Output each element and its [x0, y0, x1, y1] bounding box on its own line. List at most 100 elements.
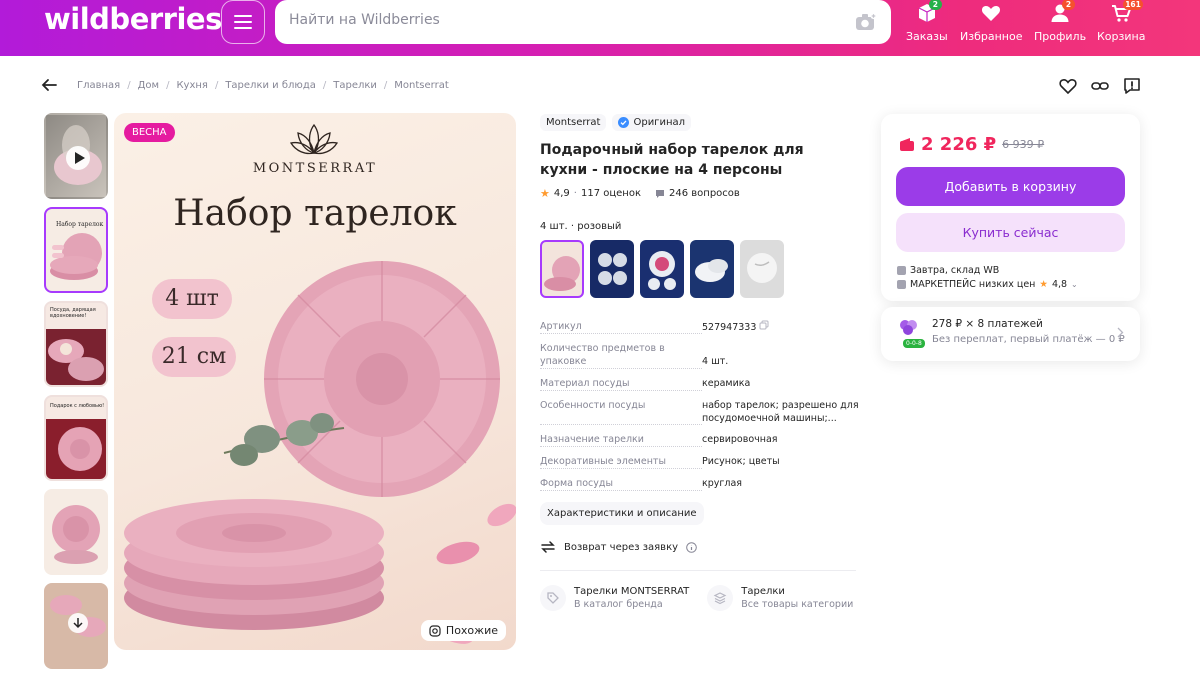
spec-key: Артикул [540, 320, 702, 334]
breadcrumb-main[interactable]: Главная [77, 80, 120, 91]
thumbnail-plate-closeup[interactable] [44, 489, 108, 575]
breadcrumb-plates[interactable]: Тарелки [333, 80, 377, 91]
search-input[interactable] [289, 12, 809, 28]
similar-button[interactable]: Похожие [420, 620, 506, 641]
spec-row: Количество предметов в упаковке 4 шт. [540, 342, 860, 369]
profile-nav[interactable]: 2 Профиль [1034, 0, 1087, 43]
orders-nav[interactable]: 2 Заказы [906, 0, 948, 43]
breadcrumb: Главная / Дом / Кухня / Тарелки и блюда / Та… [40, 76, 449, 94]
search-bar[interactable] [275, 0, 891, 44]
cart-nav[interactable]: 161 Корзина [1097, 0, 1145, 43]
menu-button[interactable] [221, 0, 265, 44]
favorites-label: Избранное [960, 30, 1023, 43]
thumbnail-caption: Набор тарелок [56, 221, 104, 228]
breadcrumb-plates-dishes[interactable]: Тарелки и блюда [225, 80, 316, 91]
spec-value: круглая [702, 478, 742, 489]
favorites-nav[interactable]: Избранное [960, 2, 1022, 43]
brand-name: Montserrat [546, 117, 601, 128]
brand-catalog-subtitle: В каталог бренда [574, 599, 663, 610]
category-catalog-subtitle: Все товары категории [741, 599, 854, 610]
characteristics-button[interactable]: Характеристики и описание [540, 502, 704, 525]
verified-check-icon [618, 117, 630, 128]
info-icon[interactable] [686, 541, 697, 553]
back-arrow-icon[interactable] [40, 76, 58, 94]
thumbnail-video[interactable] [44, 113, 108, 199]
thumbnail-list: Набор тарелок Посуда, дарящая вдохновени… [44, 113, 108, 677]
breadcrumb-kitchen[interactable]: Кухня [176, 80, 208, 91]
spec-key: Материал посуды [540, 377, 702, 391]
old-price: 6 939 ₽ [1002, 138, 1045, 151]
chevron-right-icon [1117, 327, 1124, 338]
cart-badge: 161 [1123, 0, 1143, 10]
profile-label: Профиль [1034, 30, 1087, 43]
category-catalog-title: Тарелки [741, 586, 785, 597]
share-link-icon[interactable] [1090, 76, 1110, 96]
variant-label: 4 шт. · розовый [540, 221, 622, 232]
orders-label: Заказы [906, 30, 948, 43]
plates-illustration [124, 261, 516, 644]
wildberries-logo[interactable]: wildberries [44, 2, 222, 36]
thumbnail-table[interactable] [44, 583, 108, 669]
product-info: Montserrat Оригинал Подарочный набор тар… [540, 114, 860, 611]
favorite-heart-icon[interactable] [1058, 76, 1078, 96]
product-actions [1058, 76, 1142, 96]
spec-key: Количество предметов в упаковке [540, 342, 702, 369]
main-product-image[interactable]: ВЕСНА MONTSERRAT Набор тарелок 4 шт 21 с… [114, 113, 516, 650]
category-catalog-link[interactable]: Тарелки Все товары категории [707, 585, 853, 611]
variant-swatch-pink[interactable] [540, 240, 584, 298]
star-icon: ★ [540, 187, 550, 200]
spec-value: Рисунок; цветы [702, 456, 780, 467]
spec-key: Особенности посуды [540, 399, 702, 425]
delivery-info: Завтра, склад WB [897, 265, 999, 276]
spec-value: керамика [702, 378, 751, 389]
search-similar-icon [429, 624, 441, 637]
breadcrumb-brand[interactable]: Montserrat [394, 80, 448, 91]
spec-row: Материал посуды керамика [540, 377, 860, 391]
video-preview-image [54, 125, 102, 185]
copy-icon[interactable] [759, 320, 769, 330]
seller-name: МАРКЕТПЕЙС низких цен [910, 279, 1036, 290]
installment-title: 278 ₽ × 8 платежей [932, 318, 1043, 330]
divider [540, 570, 856, 571]
brand-catalog-link[interactable]: Тарелки MONTSERRAT В каталог бренда [540, 585, 689, 611]
delivery-label: Завтра, склад WB [910, 265, 1000, 276]
buy-now-button[interactable]: Купить сейчас [896, 213, 1125, 252]
report-icon[interactable] [1122, 76, 1142, 96]
return-policy[interactable]: Возврат через заявку [540, 540, 860, 554]
camera-search-icon[interactable] [855, 12, 877, 32]
reviews-count: 117 оценок [580, 188, 642, 199]
tag-icon [547, 592, 559, 604]
thumbnail-caption: Посуда, дарящая вдохновение! [46, 303, 106, 329]
brand-catalog-title: Тарелки MONTSERRAT [574, 586, 690, 597]
seller-info[interactable]: МАРКЕТПЕЙС низких цен ★ 4,8 ⌄ [897, 279, 1078, 290]
installments-card[interactable]: 0-0-8 278 ₽ × 8 платежей Без переплат, п… [881, 307, 1140, 361]
breadcrumb-home[interactable]: Дом [138, 80, 159, 91]
flower-icon [900, 320, 917, 335]
add-to-cart-button[interactable]: Добавить в корзину [896, 167, 1125, 206]
similar-label: Похожие [445, 624, 498, 637]
variant-swatch-navy-3[interactable] [690, 240, 734, 298]
thumbnail-dessert[interactable]: Посуда, дарящая вдохновение! [44, 301, 108, 387]
brand-tag[interactable]: Montserrat [540, 114, 607, 131]
wallet-icon [900, 137, 914, 151]
rating-row[interactable]: ★ 4,9 · 117 оценок 246 вопросов [540, 187, 860, 200]
return-label: Возврат через заявку [564, 541, 679, 553]
variant-swatch-navy-2[interactable] [640, 240, 684, 298]
star-icon: ★ [1039, 279, 1048, 290]
product-title: Подарочный набор тарелок для кухни - пло… [540, 142, 804, 178]
spec-row: Форма посуды круглая [540, 477, 860, 491]
spec-row: Артикул 527947333 [540, 320, 860, 334]
installment-badge: 0-0-8 [903, 339, 925, 348]
questions-count[interactable]: 246 вопросов [669, 188, 740, 199]
rating-value: 4,9 [553, 188, 570, 199]
spec-value: 4 шт. [702, 356, 729, 367]
spec-row: Декоративные элементы Рисунок; цветы [540, 455, 860, 469]
orders-badge: 2 [928, 0, 942, 10]
thumbnail-plates-main[interactable]: Набор тарелок [44, 207, 108, 293]
original-tag: Оригинал [612, 114, 691, 131]
variant-swatch-white[interactable] [740, 240, 784, 298]
variant-swatch-navy-1[interactable] [590, 240, 634, 298]
thumbnail-gift[interactable]: Подарок с любовью! [44, 395, 108, 481]
layers-icon [713, 592, 727, 605]
current-price: 2 226 ₽ [921, 134, 997, 155]
